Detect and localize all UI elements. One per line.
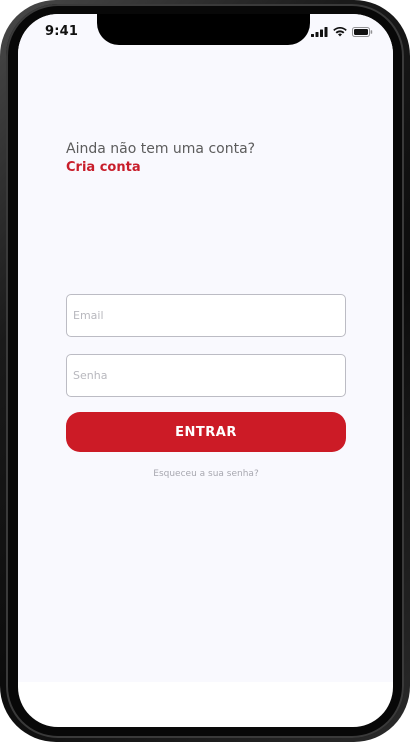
status-time: 9:41 [45,24,79,39]
notch [97,14,310,45]
wifi-icon [333,27,347,37]
battery-icon [352,27,373,37]
create-account-link[interactable]: Cria conta [66,160,141,175]
signal-icon [311,27,328,37]
login-button[interactable]: ENTRAR [66,412,346,452]
forgot-password-link[interactable]: Esqueceu a sua senha? [66,469,346,479]
email-field[interactable] [66,294,346,337]
phone-screen: 9:41 Ainda não tem uma conta? Cria conta [18,14,393,727]
phone-frame: 9:41 Ainda não tem uma conta? Cria conta [0,0,410,742]
status-icons [311,27,373,37]
password-field[interactable] [66,354,346,397]
signup-prompt: Ainda não tem uma conta? [66,141,256,157]
screen-background [18,14,393,682]
